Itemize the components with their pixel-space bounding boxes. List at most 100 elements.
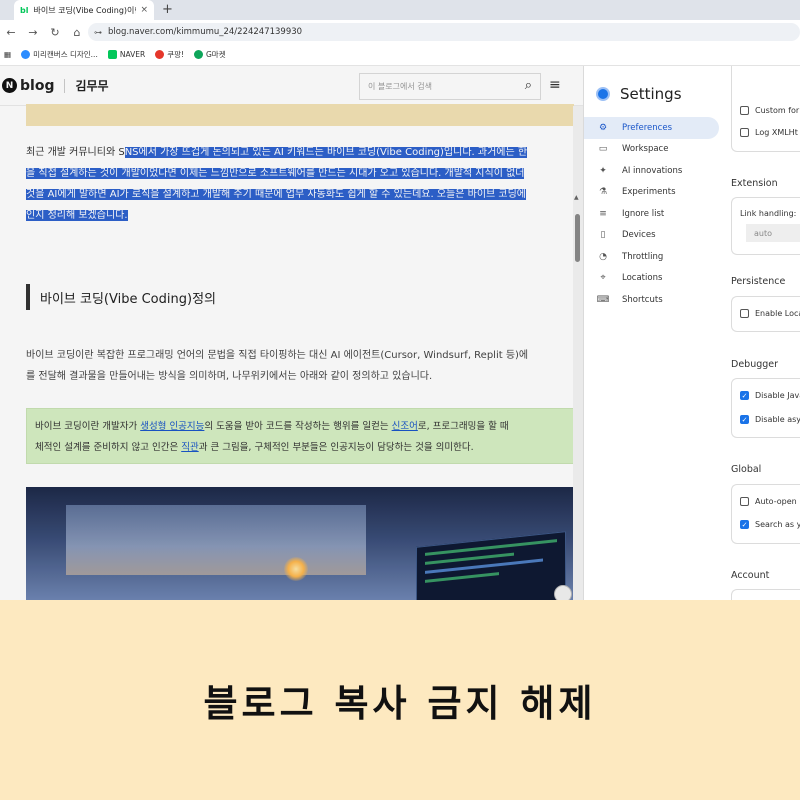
- address-toolbar: ← → ↻ ⌂ ⊶ blog.naver.com/kimmumu_24/2242…: [0, 20, 800, 44]
- nav-experiments[interactable]: ⚗ Experiments: [584, 182, 719, 204]
- link-generative-ai[interactable]: 생성형 인공지능: [140, 421, 204, 432]
- network-card: Custom for Log XMLHt: [731, 66, 800, 152]
- section-global: Global: [731, 464, 762, 475]
- sparkle-icon: ✦: [599, 165, 607, 176]
- url-field[interactable]: ⊶ blog.naver.com/kimmumu_24/224247139930: [88, 23, 800, 41]
- nav-shortcuts[interactable]: ⌨ Shortcuts: [584, 289, 719, 311]
- intro-paragraph: 최근 개발 커뮤니티와 SNS에서 가장 뜨겁게 논의되고 있는 AI 키워드는…: [26, 142, 574, 226]
- section-heading-text: 바이브 코딩(Vibe Coding)정의: [40, 291, 216, 307]
- enable-local-overrides-checkbox[interactable]: Enable Loca: [740, 309, 800, 318]
- disable-async-checkbox[interactable]: ✓ Disable asy: [740, 415, 800, 424]
- intro-line: 을 직접 설계하는 것이 개발이었다면 이제는 느낌만으로 소프트웨어를 만드는…: [26, 163, 574, 184]
- title-banner: 블로그 복사 금지 해제: [0, 600, 800, 800]
- selected-text: 인지 정리해 보겠습니다.: [26, 210, 128, 221]
- hero-light: [284, 557, 308, 581]
- location-pin-icon: ⌖: [600, 273, 606, 284]
- bookmarks-bar: ▦ 미리캔버스 디자인... NAVER 쿠팡! G마켓: [0, 44, 800, 66]
- hero-code-screen: [416, 531, 566, 600]
- quote-line: 바이브 코딩이란 개발자가 생성형 인공지능의 도움을 받아 코드를 작성하는 …: [35, 421, 509, 432]
- url-text: blog.naver.com/kimmumu_24/224247139930: [108, 27, 303, 37]
- apps-grid-icon[interactable]: ▦: [4, 50, 11, 59]
- close-tab-icon[interactable]: ×: [140, 5, 148, 15]
- link-handling-select[interactable]: auto: [746, 224, 800, 242]
- scroll-up-arrow-icon[interactable]: ▲: [574, 194, 579, 201]
- chat-bubble-icon[interactable]: [554, 585, 572, 600]
- nav-preferences[interactable]: ⚙ Preferences: [584, 117, 719, 139]
- checkbox-checked[interactable]: ✓: [740, 415, 749, 424]
- intro-line: 것을 AI에게 말하면 AI가 로직을 설계하고 개발해 주기 때문에 업무 자…: [26, 184, 574, 205]
- custom-formatters-checkbox[interactable]: Custom for: [740, 106, 799, 115]
- blog-search-input[interactable]: 이 블로그에서 검색 ⌕: [359, 73, 541, 100]
- checkbox-checked[interactable]: ✓: [740, 520, 749, 529]
- new-tab-button[interactable]: +: [162, 2, 173, 17]
- link-intuition[interactable]: 직관: [181, 442, 198, 453]
- home-icon[interactable]: ⌂: [66, 26, 88, 39]
- gauge-icon: ◔: [599, 251, 607, 262]
- intro-line: 최근 개발 커뮤니티와 SNS에서 가장 뜨겁게 논의되고 있는 AI 키워드는…: [26, 147, 528, 158]
- blog-owner-name[interactable]: 김무무: [75, 77, 108, 94]
- search-icon[interactable]: ⌕: [525, 78, 532, 93]
- persistence-card: Enable Loca: [731, 296, 800, 332]
- debugger-card: ✓ Disable Java ✓ Disable asy: [731, 378, 800, 438]
- menu-icon[interactable]: ≡: [549, 77, 561, 93]
- nav-throttling[interactable]: ◔ Throttling: [584, 246, 719, 268]
- bookmark-favicon-icon: [107, 50, 117, 59]
- blog-favicon-icon: bl: [20, 5, 29, 15]
- forward-arrow-icon[interactable]: →: [22, 26, 44, 39]
- browser-tab[interactable]: bl 바이브 코딩(Vibe Coding)이란 ×: [14, 0, 154, 20]
- nav-ai-innovations[interactable]: ✦ AI innovations: [584, 160, 719, 182]
- banner-title: 블로그 복사 금지 해제: [203, 682, 597, 725]
- checkbox[interactable]: [740, 128, 749, 137]
- bookmark-item[interactable]: G마켓: [194, 49, 226, 60]
- blog-logo-text: blog: [20, 77, 55, 94]
- link-neologism[interactable]: 신조어: [392, 421, 418, 432]
- definition-quote: 바이브 코딩이란 개발자가 생성형 인공지능의 도움을 받아 코드를 작성하는 …: [26, 408, 574, 464]
- settings-nav: ⚙ Preferences ▭ Workspace ✦ AI innovations …: [584, 117, 719, 311]
- checkbox[interactable]: [740, 106, 749, 115]
- checkbox-checked[interactable]: ✓: [740, 391, 749, 400]
- section-extension: Extension: [731, 178, 778, 189]
- search-as-you-type-checkbox[interactable]: ✓ Search as y: [740, 520, 800, 529]
- selected-text: 것을 AI에게 말하면 AI가 로직을 설계하고 개발해 주기 때문에 업무 자…: [26, 189, 526, 200]
- paragraph-line: 바이브 코딩이란 복잡한 프로그래밍 언어의 문법을 직접 타이핑하는 대신 A…: [26, 350, 529, 361]
- auto-open-devtools-checkbox[interactable]: Auto-open: [740, 497, 797, 506]
- blog-header: N blog 김무무 이 블로그에서 검색 ⌕ ≡: [0, 66, 583, 106]
- settings-title: Settings: [620, 85, 682, 103]
- checkbox[interactable]: [740, 497, 749, 506]
- scrollbar-track[interactable]: [573, 106, 583, 600]
- checkbox[interactable]: [740, 309, 749, 318]
- extension-card: Link handling: auto: [731, 197, 800, 255]
- log-xmlhttp-checkbox[interactable]: Log XMLHt: [740, 128, 798, 137]
- quote-line: 체적인 설계를 준비하지 않고 인간은 직관과 큰 그림을, 구체적인 부분들은…: [35, 442, 474, 453]
- account-card: [731, 589, 800, 600]
- global-card: Auto-open ✓ Search as y: [731, 484, 800, 544]
- bookmark-item[interactable]: 쿠팡!: [155, 49, 184, 60]
- devtools-settings-panel: Settings ⚙ Preferences ▭ Workspace ✦ AI inn…: [583, 66, 800, 600]
- nav-devices[interactable]: ▯ Devices: [584, 225, 719, 247]
- nav-workspace[interactable]: ▭ Workspace: [584, 139, 719, 161]
- nav-ignore-list[interactable]: ≡ Ignore list: [584, 203, 719, 225]
- disable-javascript-checkbox[interactable]: ✓ Disable Java: [740, 391, 800, 400]
- naver-blog-logo[interactable]: N blog: [2, 78, 54, 94]
- reload-icon[interactable]: ↻: [44, 26, 66, 39]
- gear-icon: ⚙: [598, 122, 608, 133]
- search-placeholder: 이 블로그에서 검색: [368, 82, 432, 91]
- scrollbar-thumb[interactable]: [575, 214, 580, 262]
- devices-icon: ▯: [600, 230, 606, 241]
- hero-window: [66, 505, 366, 575]
- section-heading: 바이브 코딩(Vibe Coding)정의: [26, 284, 216, 310]
- intro-line: 인지 정리해 보겠습니다.: [26, 205, 574, 226]
- back-arrow-icon[interactable]: ←: [0, 26, 22, 39]
- code-line: [425, 572, 499, 583]
- definition-paragraph: 바이브 코딩이란 복잡한 프로그래밍 언어의 문법을 직접 타이핑하는 대신 A…: [26, 345, 574, 387]
- settings-content: Custom for Log XMLHt Extension Link hand…: [731, 66, 800, 600]
- code-line: [425, 539, 557, 556]
- bookmark-item[interactable]: 미리캔버스 디자인...: [21, 49, 98, 60]
- bookmark-favicon-icon: [155, 50, 165, 59]
- bookmark-item[interactable]: NAVER: [107, 50, 145, 59]
- section-debugger: Debugger: [731, 359, 779, 370]
- site-info-icon[interactable]: ⊶: [94, 28, 102, 37]
- hero-image: [26, 487, 574, 600]
- section-persistence: Persistence: [731, 276, 786, 287]
- nav-locations[interactable]: ⌖ Locations: [584, 268, 719, 290]
